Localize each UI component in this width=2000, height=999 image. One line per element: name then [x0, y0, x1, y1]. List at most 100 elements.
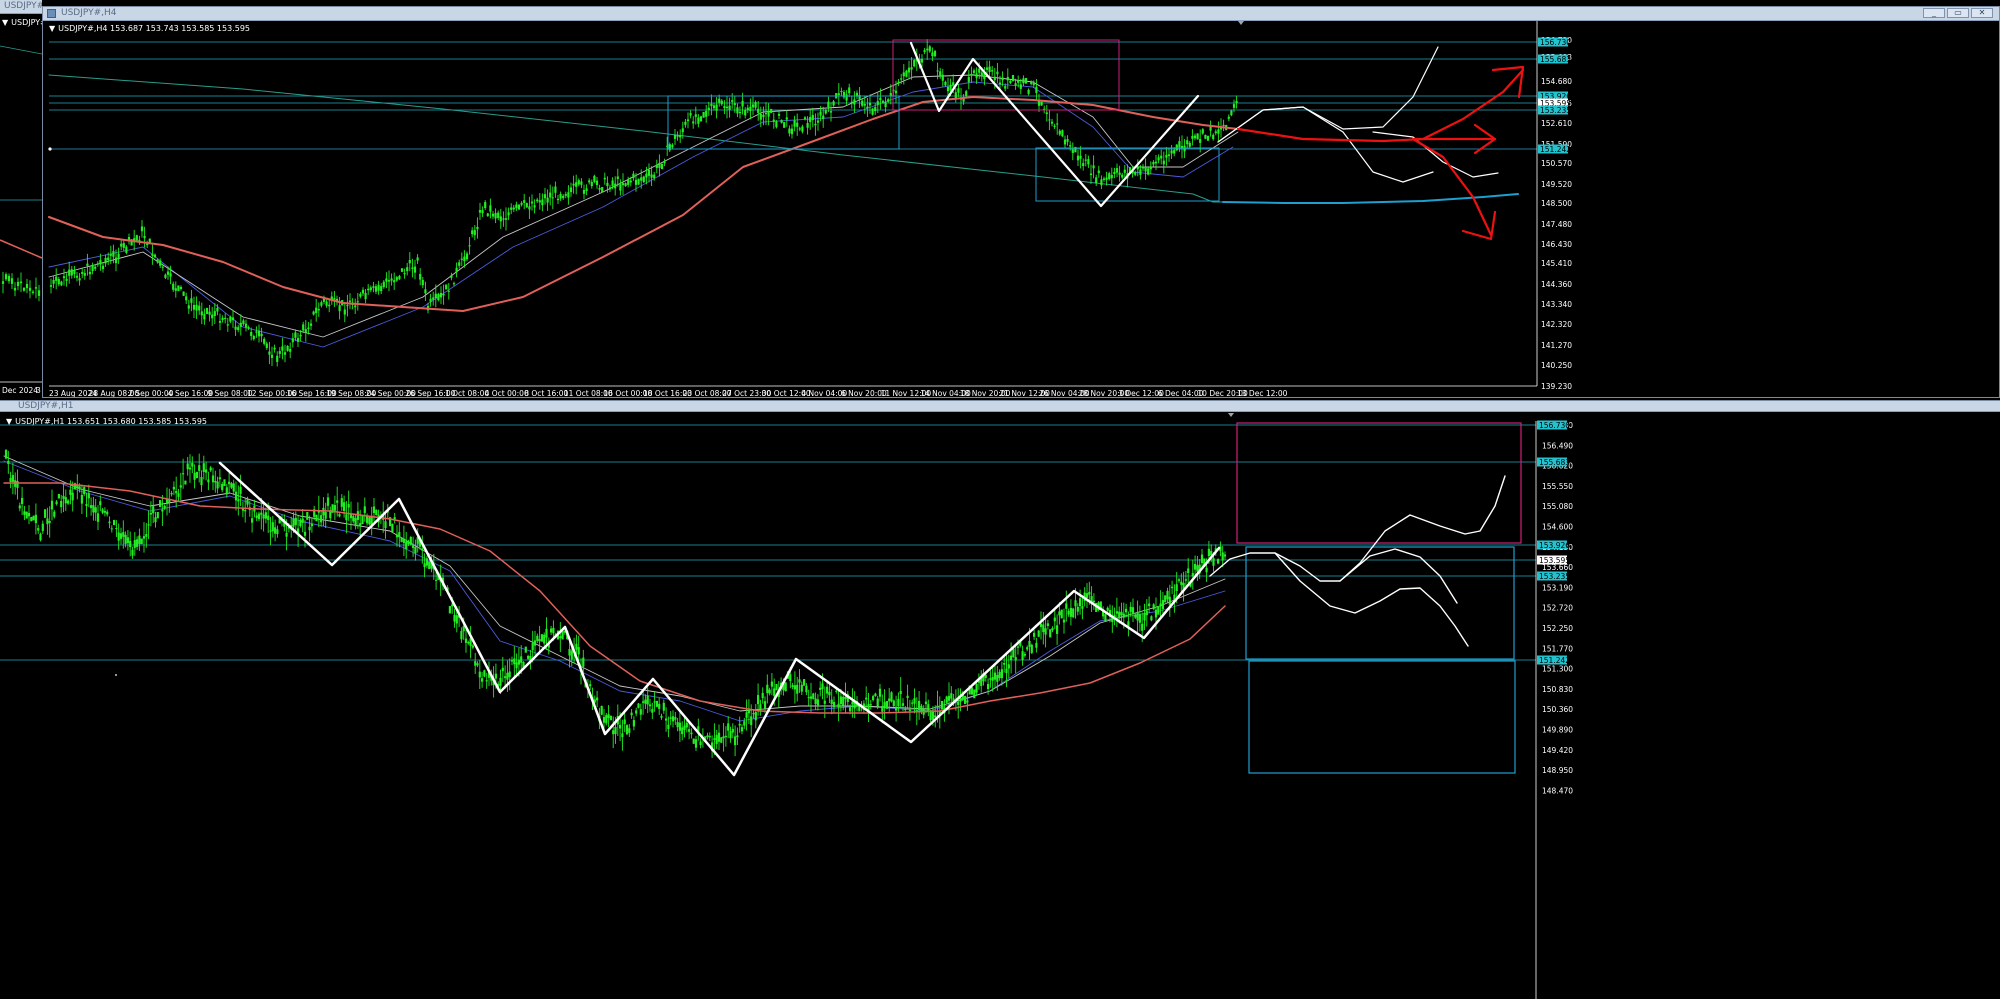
- h4-candle: [1144, 166, 1147, 172]
- h1-candle: [713, 738, 716, 740]
- h4-candle: [702, 111, 705, 118]
- h1-candle: [274, 527, 277, 534]
- h4-candle: [1157, 157, 1160, 161]
- h1-candle: [773, 688, 776, 696]
- h1-candle: [789, 674, 792, 682]
- left-chart-window[interactable]: USDJPY#,H4 ▼USDJPY#,H4 Dec 2024 3: [0, 0, 42, 400]
- h4-candle: [413, 266, 417, 273]
- h4-candle: [772, 119, 775, 122]
- h1-candle: [731, 728, 734, 733]
- h1-candle: [218, 477, 221, 480]
- h4-candle: [299, 334, 302, 337]
- h4-candle: [567, 192, 570, 198]
- h1-candle: [766, 684, 769, 694]
- h4-candle: [1209, 126, 1212, 131]
- h4-candle: [1048, 119, 1051, 121]
- h4-candle: [590, 181, 593, 187]
- h1-candle: [798, 679, 801, 683]
- h1-candle: [628, 728, 631, 733]
- h1-candle: [918, 700, 921, 710]
- h1-candle: [550, 628, 553, 633]
- h1-candle: [1180, 581, 1183, 585]
- h4-candle: [543, 194, 547, 199]
- h4-chart-canvas[interactable]: 156.730155.683154.680153.595152.610151.5…: [43, 7, 1999, 397]
- h4-candle: [642, 176, 645, 183]
- h4-candle: [725, 106, 729, 109]
- h4-candle: [445, 284, 448, 290]
- h4-level-marker: [48, 147, 52, 151]
- h1-candle: [363, 506, 366, 513]
- h4-candle: [1227, 116, 1230, 119]
- h1-candle: [425, 558, 428, 566]
- h1-candle: [784, 682, 787, 692]
- h1-candle: [816, 699, 819, 706]
- h1-candle: [768, 689, 771, 694]
- h4-candle: [55, 276, 58, 281]
- h1-candle: [142, 536, 146, 539]
- h1-candle: [814, 698, 817, 704]
- h1-candle: [1217, 559, 1220, 564]
- h1-candle: [826, 686, 829, 694]
- h4-candle: [868, 102, 872, 106]
- h1-candle: [957, 702, 960, 705]
- h1-candle: [715, 735, 718, 744]
- h1-candle: [85, 503, 88, 507]
- h1-candle: [752, 713, 755, 715]
- h4-candle: [1001, 77, 1004, 81]
- h1-candle: [262, 514, 265, 519]
- h4-candle: [1115, 168, 1119, 173]
- h1-candle: [186, 463, 189, 470]
- h1-candle: [508, 671, 511, 678]
- h4-candle: [686, 119, 690, 122]
- h1-candle: [1187, 568, 1190, 573]
- h1-candle: [1166, 590, 1169, 600]
- h1-candle: [225, 487, 228, 495]
- h1-chart-canvas[interactable]: 156.730156.490156.020155.550155.080154.6…: [0, 401, 2000, 999]
- h4-candle: [941, 74, 944, 81]
- h4-candle: [827, 101, 830, 108]
- h4-candle: [1058, 130, 1061, 135]
- h4-chart-window[interactable]: USDJPY#,H4 _ ▭ ✕ ▼ USDJPY#,H4 153.687 153…: [42, 6, 2000, 398]
- h4-candle: [803, 117, 807, 120]
- h4-price-label: 144.360: [1541, 280, 1572, 289]
- h1-projection-up: [1209, 475, 1506, 582]
- h1-candle: [876, 698, 879, 707]
- h1-candle: [202, 463, 205, 472]
- h1-candle: [60, 500, 63, 508]
- h4-candle: [109, 254, 112, 256]
- h4-candle: [900, 78, 903, 80]
- h4-candle: [380, 286, 383, 292]
- h4-candle: [1232, 104, 1236, 108]
- h4-candle: [645, 173, 648, 178]
- h1-candle: [835, 690, 838, 692]
- h1-candle: [101, 509, 104, 513]
- h1-candle: [326, 497, 330, 506]
- h4-candle: [907, 67, 911, 73]
- h1-candle: [991, 677, 994, 681]
- h1-price-tag: 153.235: [1539, 572, 1570, 581]
- h4-candle: [1188, 142, 1191, 147]
- h1-candle: [545, 628, 548, 638]
- h4-candle: [164, 274, 167, 278]
- h4-candle: [933, 50, 937, 57]
- h4-price-label: 141.270: [1541, 341, 1572, 350]
- h1-candle: [27, 512, 31, 517]
- h4-candle: [1009, 80, 1012, 83]
- left-date-label: Dec 2024: [2, 386, 38, 395]
- h4-candle: [632, 173, 635, 179]
- h4-candle: [931, 52, 934, 57]
- left-ma-red: [0, 239, 42, 259]
- h1-candle: [1023, 653, 1026, 656]
- h4-candle: [629, 180, 632, 183]
- h4-candle: [991, 70, 994, 72]
- h4-candle: [1167, 154, 1171, 156]
- h1-candle: [605, 715, 608, 724]
- h4-price-tag: 153.235: [1540, 106, 1571, 115]
- h4-price-label: 149.520: [1541, 180, 1572, 189]
- h4-candle: [640, 177, 643, 181]
- h1-candle: [966, 700, 969, 703]
- h4-candle: [242, 320, 245, 325]
- h1-chart-window[interactable]: USDJPY#,H1 ▼ USDJPY#,H1 153.651 153.680 1…: [0, 400, 2000, 999]
- h1-candle: [333, 505, 336, 511]
- h4-candle: [689, 113, 692, 116]
